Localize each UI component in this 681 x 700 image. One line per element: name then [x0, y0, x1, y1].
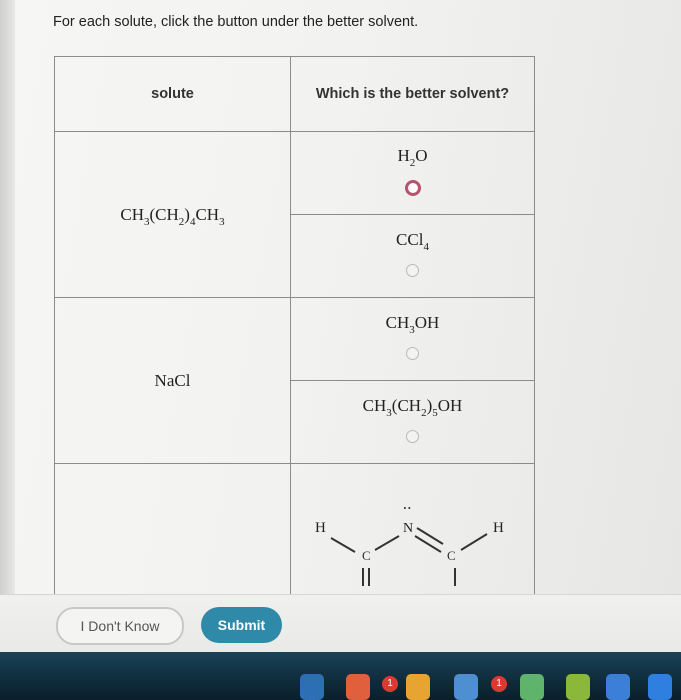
notification-badge: 1: [491, 676, 507, 692]
window-edge: [0, 0, 15, 652]
solvent-option-cell: H C : N C H: [290, 463, 535, 600]
notification-badge: 1: [382, 676, 398, 692]
instructions-text: For each solute, click the button under …: [53, 14, 419, 30]
action-bar: I Don't Know Submit: [0, 594, 681, 653]
lone-pair: :: [401, 506, 415, 510]
solvent-column-header: Which is the better solvent?: [290, 56, 535, 132]
solvent-option-cell: CH3(CH2)5OH: [290, 380, 535, 464]
submit-button[interactable]: Submit: [201, 607, 282, 643]
hydrogen-atom: H: [315, 520, 326, 536]
zoom-icon[interactable]: [648, 674, 672, 700]
solvent-table: solute Which is the better solvent? CH3(…: [54, 56, 535, 600]
app-icon[interactable]: [566, 674, 590, 700]
table-row: H C : N C H: [54, 463, 535, 600]
solute-cell: CH3(CH2)4CH3: [54, 131, 291, 298]
solvent-radio[interactable]: [406, 347, 419, 360]
solute-column-header: solute: [54, 56, 291, 132]
solvent-radio-selected[interactable]: [404, 179, 421, 196]
table-row: NaCl CH3OH: [54, 297, 535, 464]
dont-know-button[interactable]: I Don't Know: [56, 607, 184, 645]
solute-cell: NaCl: [54, 297, 291, 464]
molecule-structure: H C : N C H: [315, 506, 504, 586]
solvent-formula: CH3OH: [385, 313, 440, 336]
app-icon[interactable]: [454, 674, 478, 700]
solvent-radio[interactable]: [406, 264, 419, 277]
app-icon[interactable]: [606, 674, 630, 700]
solvent-formula: CCl4: [396, 230, 429, 253]
solvent-radio[interactable]: [406, 430, 419, 443]
bond: [414, 535, 442, 553]
carbon-atom: C: [447, 548, 456, 563]
solvent-option-cell: CH3OH: [290, 297, 535, 381]
bond: [416, 527, 444, 545]
solute-formula: CH3(CH2)4CH3: [120, 204, 225, 228]
solvent-formula: H2O: [397, 145, 428, 169]
nitrogen-atom: N: [403, 521, 413, 536]
table-header: solute Which is the better solvent?: [54, 56, 535, 132]
app-icon[interactable]: [300, 674, 324, 700]
app-icon[interactable]: [346, 674, 370, 700]
photos-icon[interactable]: [406, 674, 430, 700]
table-row: CH3(CH2)4CH3 H2O: [54, 131, 535, 298]
bond: [330, 537, 356, 553]
carbon-atom: C: [362, 548, 371, 563]
solute-cell: [54, 463, 291, 600]
solvent-option-cell: H2O: [290, 131, 535, 215]
bond: [460, 533, 488, 551]
bond: [374, 535, 400, 551]
solvent-formula: CH3(CH2)5OH: [362, 396, 463, 419]
hydrogen-atom: H: [493, 520, 504, 536]
app-icon[interactable]: [520, 674, 544, 700]
solute-formula: NaCl: [154, 370, 191, 390]
solvent-option-cell: CCl4: [290, 214, 535, 298]
